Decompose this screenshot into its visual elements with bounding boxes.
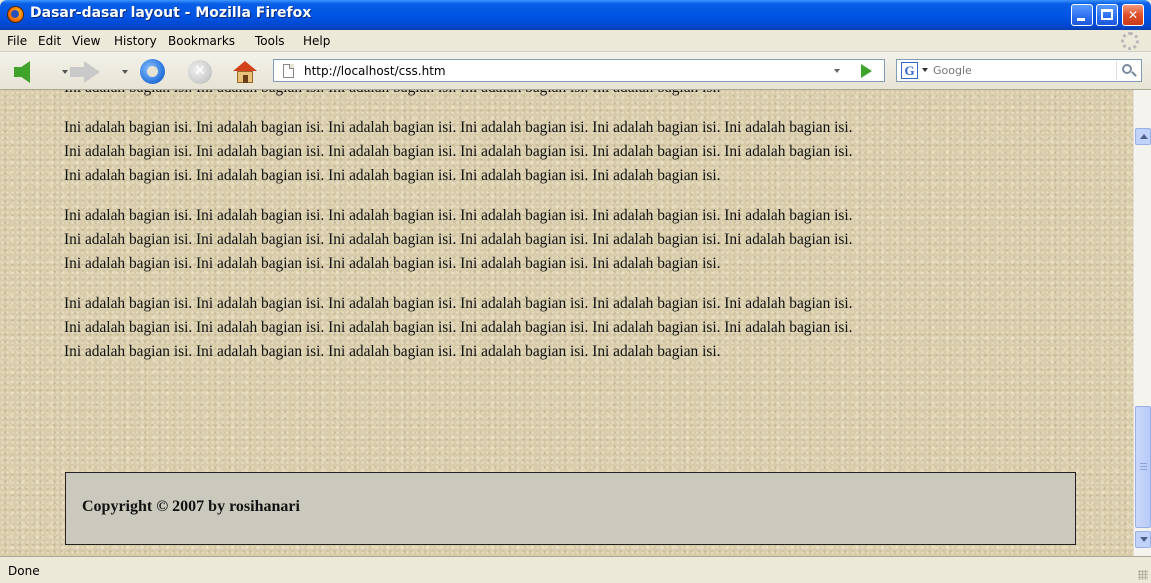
- reload-icon[interactable]: [140, 59, 165, 84]
- content-area: Ini adalah bagian isi. Ini adalah bagian…: [64, 90, 1076, 380]
- window-title: Dasar-dasar layout - Mozilla Firefox: [30, 5, 312, 21]
- chevron-up-icon: [1140, 134, 1148, 139]
- grip-line: [1140, 469, 1147, 470]
- forward-arrow-icon[interactable]: [70, 61, 100, 83]
- paragraph-line: Ini adalah bagian isi. Ini adalah bagian…: [64, 207, 853, 224]
- paragraph-line: Ini adalah bagian isi. Ini adalah bagian…: [64, 143, 853, 160]
- paragraph: Ini adalah bagian isi. Ini adalah bagian…: [64, 116, 1076, 188]
- paragraph-line: Ini adalah bagian isi. Ini adalah bagian…: [64, 319, 853, 336]
- maximize-icon: [1101, 9, 1113, 20]
- firefox-icon: [7, 6, 24, 23]
- navigation-toolbar: ✕ http://localhost/css.htm G: [0, 52, 1151, 90]
- search-bar: G: [896, 59, 1142, 82]
- paragraph-line: Ini adalah bagian isi. Ini adalah bagian…: [64, 119, 853, 136]
- menu-help[interactable]: Help: [303, 34, 330, 48]
- paragraph-line: Ini adalah bagian isi. Ini adalah bagian…: [64, 343, 721, 360]
- paragraph-line: Ini adalah bagian isi. Ini adalah bagian…: [64, 167, 721, 184]
- search-button[interactable]: [1116, 61, 1140, 80]
- resize-grip-icon[interactable]: [1138, 570, 1148, 580]
- scroll-up-button[interactable]: [1135, 128, 1151, 145]
- minimize-button[interactable]: [1071, 4, 1093, 26]
- google-icon[interactable]: G: [901, 62, 918, 79]
- url-bar[interactable]: http://localhost/css.htm: [273, 59, 885, 82]
- paragraph-line: Ini adalah bagian isi. Ini adalah bagian…: [64, 295, 853, 312]
- back-arrow-icon[interactable]: [14, 61, 30, 83]
- menu-tools[interactable]: Tools: [255, 34, 285, 48]
- paragraph-line: Ini adalah bagian isi. Ini adalah bagian…: [64, 90, 1076, 100]
- url-history-dropdown[interactable]: [834, 69, 840, 73]
- scroll-down-button[interactable]: [1135, 531, 1151, 548]
- menu-view[interactable]: View: [72, 34, 100, 48]
- paragraph: Ini adalah bagian isi. Ini adalah bagian…: [64, 292, 1076, 364]
- maximize-button[interactable]: [1096, 4, 1118, 26]
- menu-history[interactable]: History: [114, 34, 157, 48]
- throbber-icon: [1121, 32, 1139, 50]
- title-bar[interactable]: Dasar-dasar layout - Mozilla Firefox ✕: [0, 0, 1151, 30]
- stop-icon[interactable]: ✕: [188, 60, 212, 84]
- menu-bar: File Edit View History Bookmarks Tools H…: [0, 30, 1151, 52]
- menu-edit[interactable]: Edit: [38, 34, 61, 48]
- vertical-scrollbar[interactable]: [1133, 90, 1151, 556]
- url-text[interactable]: http://localhost/css.htm: [304, 64, 446, 78]
- footer-box: Copyright © 2007 by rosihanari: [65, 472, 1076, 545]
- home-roof: [233, 61, 257, 71]
- minimize-icon: [1077, 18, 1085, 21]
- search-input[interactable]: [933, 61, 1108, 80]
- scroll-thumb[interactable]: [1135, 406, 1151, 528]
- grip-line: [1140, 466, 1147, 467]
- paragraph-line: Ini adalah bagian isi. Ini adalah bagian…: [64, 231, 853, 248]
- back-history-dropdown[interactable]: [62, 70, 68, 74]
- page-icon: [283, 64, 294, 78]
- menu-file[interactable]: File: [7, 34, 27, 48]
- paragraph-partial: Ini adalah bagian isi. Ini adalah bagian…: [64, 90, 1076, 100]
- status-text: Done: [8, 564, 40, 578]
- status-bar: Done: [0, 556, 1151, 583]
- close-button[interactable]: ✕: [1122, 4, 1144, 26]
- home-icon[interactable]: [233, 61, 257, 83]
- page-viewport: Ini adalah bagian isi. Ini adalah bagian…: [0, 90, 1133, 556]
- paragraph: Ini adalah bagian isi. Ini adalah bagian…: [64, 204, 1076, 276]
- paragraph-line: Ini adalah bagian isi. Ini adalah bagian…: [64, 255, 721, 272]
- grip-line: [1140, 463, 1147, 464]
- go-arrow-icon[interactable]: [861, 64, 872, 78]
- copyright-text: Copyright © 2007 by rosihanari: [82, 498, 300, 515]
- chevron-down-icon: [1140, 537, 1148, 542]
- forward-history-dropdown[interactable]: [122, 70, 128, 74]
- home-door: [243, 75, 248, 83]
- magnifier-handle: [1131, 71, 1137, 77]
- search-engine-dropdown[interactable]: [922, 68, 928, 72]
- menu-bookmarks[interactable]: Bookmarks: [168, 34, 235, 48]
- close-icon: ✕: [1127, 8, 1139, 22]
